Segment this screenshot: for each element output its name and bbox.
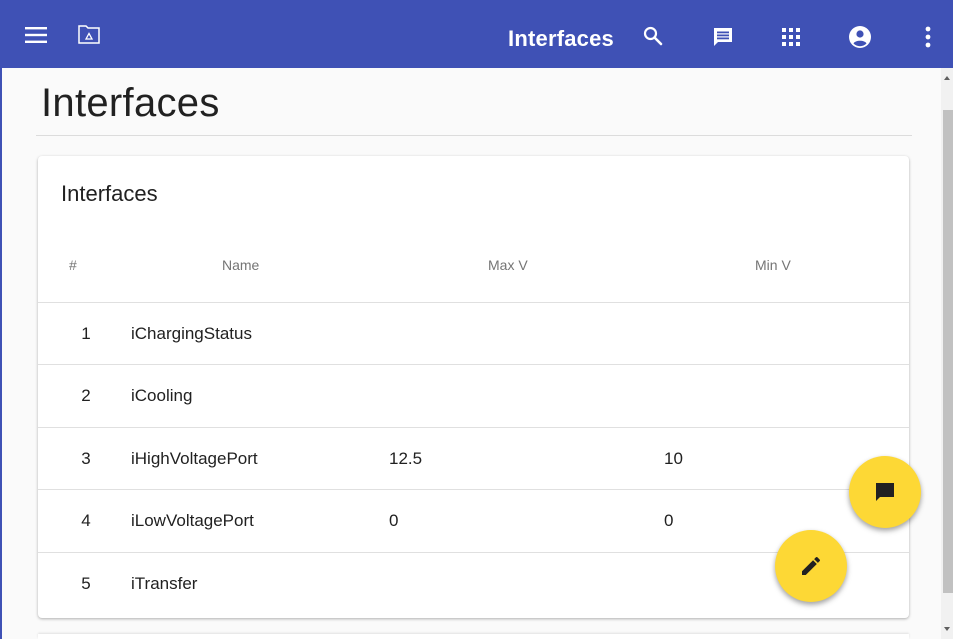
cell-name: iChargingStatus: [131, 324, 252, 343]
table-row[interactable]: 3 iHighVoltagePort 12.5 10: [38, 427, 909, 490]
card-title: Interfaces: [61, 181, 158, 206]
cell-min-v: 10: [664, 449, 683, 468]
cell-number: 2: [81, 386, 91, 405]
column-header-name[interactable]: Name: [222, 255, 259, 275]
edit-icon: [802, 556, 821, 575]
edit-fab-button[interactable]: [775, 530, 847, 602]
chat-fab-button[interactable]: [849, 456, 921, 528]
chat-icon: [876, 483, 894, 501]
app-title: Interfaces: [508, 26, 614, 51]
cell-name: iHighVoltagePort: [131, 449, 258, 468]
next-card-edge: [38, 634, 909, 639]
chat-icon[interactable]: [712, 26, 734, 48]
cell-name: iCooling: [131, 386, 193, 405]
column-header-min-v[interactable]: Min V: [755, 255, 791, 275]
page-title: Interfaces: [41, 81, 220, 125]
scrollbar-thumb[interactable]: [943, 110, 953, 593]
scroll-up-arrow-icon[interactable]: [944, 76, 950, 80]
cell-max-v: 12.5: [389, 449, 423, 468]
app-bar: Interfaces: [0, 0, 953, 68]
cell-number: 1: [81, 324, 91, 343]
more-vert-icon[interactable]: [924, 25, 932, 49]
search-icon[interactable]: [643, 26, 663, 46]
menu-icon[interactable]: [25, 27, 47, 43]
cell-number: 5: [81, 574, 91, 593]
cell-max-v: 0: [389, 511, 399, 530]
table-row[interactable]: 2 iCooling: [38, 364, 909, 427]
title-divider: [36, 135, 912, 136]
table-row[interactable]: 1 iChargingStatus: [38, 302, 909, 365]
folder-icon[interactable]: [78, 24, 100, 44]
column-header-max-v[interactable]: Max V: [488, 255, 528, 275]
cell-name: iLowVoltagePort: [131, 511, 254, 530]
apps-icon[interactable]: [782, 28, 800, 46]
vertical-scrollbar[interactable]: [941, 68, 953, 639]
cell-name: iTransfer: [131, 574, 198, 593]
cell-number: 3: [81, 449, 91, 468]
cell-number: 4: [81, 511, 91, 530]
cell-min-v: 0: [664, 511, 674, 530]
table-row[interactable]: 4 iLowVoltagePort 0 0: [38, 489, 909, 552]
account-icon[interactable]: [848, 25, 872, 49]
left-edge-accent: [0, 68, 2, 639]
column-header-number[interactable]: #: [69, 255, 77, 275]
scroll-down-arrow-icon[interactable]: [944, 627, 950, 631]
